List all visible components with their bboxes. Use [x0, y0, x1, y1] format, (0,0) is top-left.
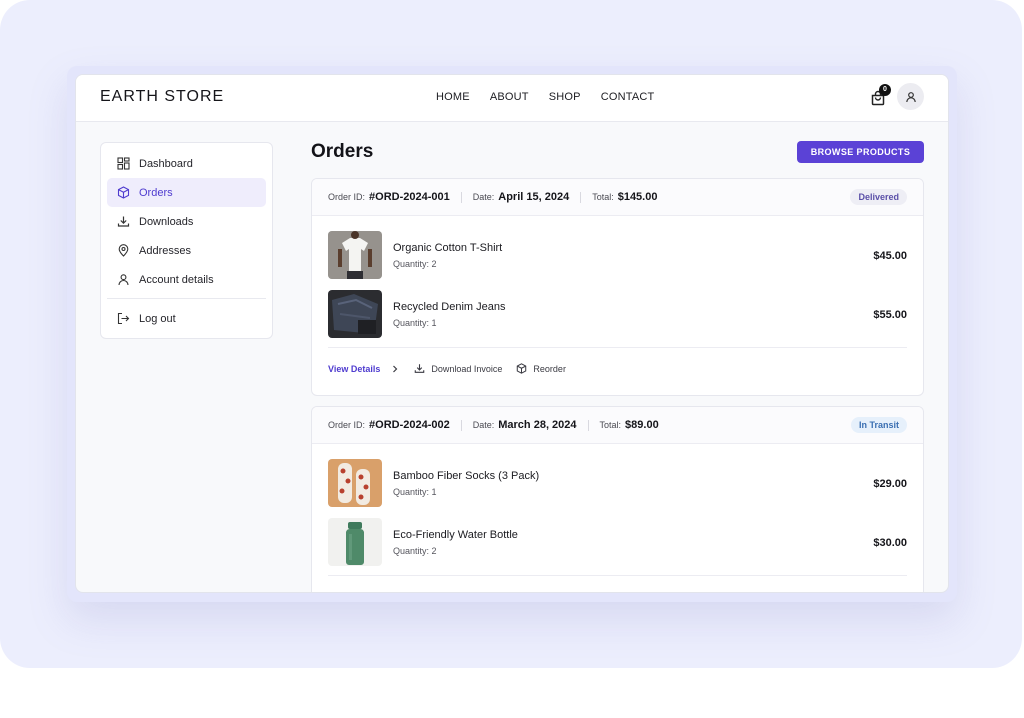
order-id: #ORD-2024-002: [369, 419, 450, 431]
product-thumbnail-water-bottle: [328, 518, 382, 566]
product-name: Bamboo Fiber Socks (3 Pack): [393, 470, 540, 482]
product-quantity: Quantity: 2: [393, 546, 437, 556]
order-card: Order ID: #ORD-2024-001 Date: April 15, …: [311, 178, 924, 396]
order-date: April 15, 2024: [498, 191, 570, 203]
box-icon: [517, 363, 527, 374]
browse-products-button[interactable]: BROWSE PRODUCTS: [797, 141, 924, 163]
page-title: Orders: [311, 141, 374, 162]
nav-home[interactable]: HOME: [436, 91, 470, 103]
download-icon: [415, 364, 425, 373]
order-id: #ORD-2024-001: [369, 191, 450, 203]
order-header: Order ID: #ORD-2024-002 Date: March 28, …: [312, 407, 923, 444]
status-badge: In Transit: [850, 417, 907, 433]
order-item[interactable]: Recycled Denim Jeans Quantity: 1 $55.00: [312, 290, 923, 349]
sidebar-item-dashboard[interactable]: Dashboard: [107, 149, 266, 178]
order-total-label: Total:: [592, 192, 614, 202]
sidebar-item-account-details[interactable]: Account details: [107, 265, 266, 294]
order-card: Order ID: #ORD-2024-002 Date: March 28, …: [311, 406, 924, 592]
order-id-label: Order ID:: [328, 192, 366, 202]
order-item[interactable]: Bamboo Fiber Socks (3 Pack) Quantity: 1 …: [312, 459, 923, 518]
product-thumbnail-tshirt: [328, 231, 382, 279]
chevron-right-icon: [393, 365, 398, 372]
sidebar-item-label: Orders: [139, 186, 173, 199]
site-header: EARTH STORE HOME ABOUT SHOP CONTACT 0: [76, 75, 948, 122]
dashboard-icon: [117, 157, 130, 170]
order-item[interactable]: Organic Cotton T-Shirt Quantity: 2 $45.0…: [312, 231, 923, 290]
user-icon: [905, 91, 916, 102]
download-invoice-label: Download Invoice: [431, 363, 503, 374]
sidebar-item-logout[interactable]: Log out: [107, 304, 266, 333]
sidebar-item-downloads[interactable]: Downloads: [107, 207, 266, 236]
header-separator: [460, 191, 462, 203]
account-sidebar: Dashboard Orders Downloads Addresses Acc…: [100, 142, 273, 339]
app-window: EARTH STORE HOME ABOUT SHOP CONTACT 0 Da…: [75, 74, 949, 593]
product-name: Organic Cotton T-Shirt: [393, 242, 503, 254]
status-badge: Delivered: [850, 189, 907, 205]
sidebar-item-addresses[interactable]: Addresses: [107, 236, 266, 265]
sidebar-item-label: Log out: [139, 312, 176, 325]
header-separator: [460, 419, 462, 431]
logout-icon: [117, 312, 130, 325]
map-pin-icon: [118, 244, 129, 257]
sidebar-item-orders[interactable]: Orders: [107, 178, 266, 207]
header-separator: [587, 419, 589, 431]
product-thumbnail-socks: [328, 459, 382, 507]
product-price: $45.00: [873, 250, 907, 262]
header-separator: [580, 191, 582, 203]
sidebar-item-label: Dashboard: [139, 157, 193, 170]
sidebar-divider: [107, 298, 266, 299]
order-actions: View Details Download Invoice Reorder: [312, 348, 923, 389]
sidebar-item-label: Account details: [139, 273, 214, 286]
user-icon: [118, 274, 129, 286]
order-total: $145.00: [617, 191, 658, 203]
sidebar-item-label: Addresses: [139, 244, 191, 257]
order-total-label: Total:: [599, 420, 622, 430]
download-icon: [117, 216, 130, 227]
order-date-label: Date:: [472, 192, 495, 202]
product-price: $55.00: [873, 309, 907, 321]
cart-count-badge: 0: [879, 84, 891, 96]
reorder-button[interactable]: Reorder: [516, 363, 566, 374]
order-header: Order ID: #ORD-2024-001 Date: April 15, …: [312, 179, 923, 216]
download-invoice-button[interactable]: Download Invoice: [414, 363, 502, 374]
order-item[interactable]: Eco-Friendly Water Bottle Quantity: 2 $3…: [312, 518, 923, 577]
nav-shop[interactable]: SHOP: [549, 91, 581, 103]
sidebar-item-label: Downloads: [139, 215, 194, 228]
main-nav: HOME ABOUT SHOP CONTACT: [436, 91, 674, 103]
order-date-label: Date:: [472, 420, 495, 430]
product-name: Eco-Friendly Water Bottle: [393, 529, 518, 541]
view-details-link[interactable]: View Details: [328, 364, 380, 374]
product-quantity: Quantity: 2: [393, 259, 437, 269]
product-quantity: Quantity: 1: [393, 487, 437, 497]
account-avatar-button[interactable]: [897, 83, 924, 110]
order-date: March 28, 2024: [498, 419, 577, 431]
nav-contact[interactable]: CONTACT: [601, 91, 655, 103]
product-name: Recycled Denim Jeans: [393, 301, 506, 313]
box-icon: [117, 186, 130, 199]
nav-about[interactable]: ABOUT: [490, 91, 529, 103]
reorder-label: Reorder: [533, 363, 566, 374]
order-id-label: Order ID:: [328, 420, 366, 430]
brand-logo[interactable]: EARTH STORE: [100, 88, 224, 106]
product-thumbnail-jeans: [328, 290, 382, 338]
product-quantity: Quantity: 1: [393, 318, 437, 328]
order-total: $89.00: [625, 419, 659, 431]
product-price: $29.00: [873, 478, 907, 490]
product-price: $30.00: [873, 537, 907, 549]
